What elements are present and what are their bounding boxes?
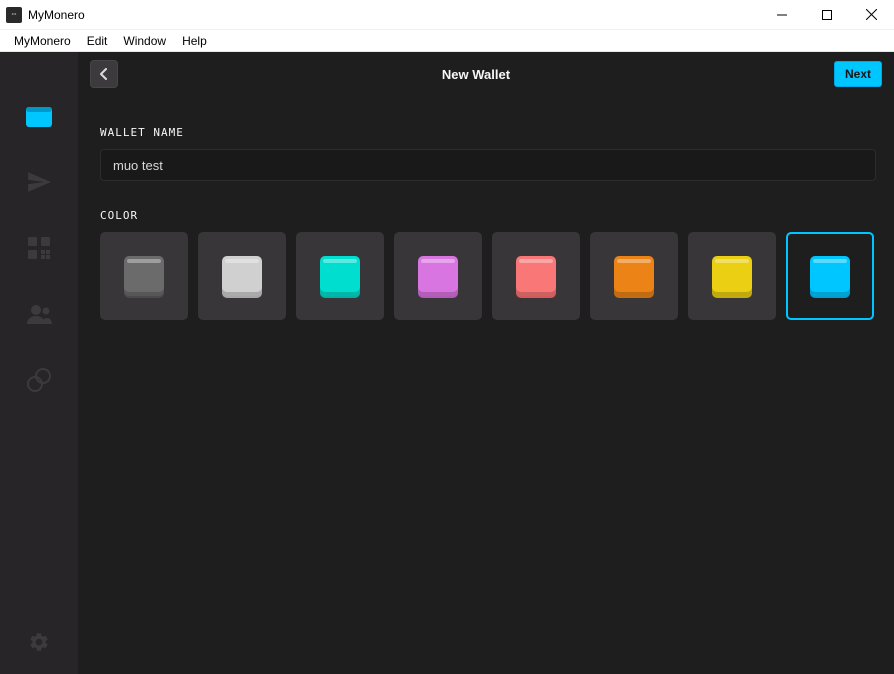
color-swatch-yellow[interactable] xyxy=(688,232,776,320)
color-chip-teal xyxy=(320,256,360,296)
color-swatch-teal[interactable] xyxy=(296,232,384,320)
sidebar-send-icon[interactable] xyxy=(25,168,53,196)
color-swatch-magenta[interactable] xyxy=(394,232,482,320)
color-chip-orange xyxy=(614,256,654,296)
sidebar xyxy=(0,52,78,674)
app-icon xyxy=(6,7,22,23)
menu-window[interactable]: Window xyxy=(115,32,174,50)
menu-edit[interactable]: Edit xyxy=(79,32,116,50)
color-swatch-light-gray[interactable] xyxy=(198,232,286,320)
main-panel: New Wallet Next WALLET NAME COLOR xyxy=(78,52,894,674)
topbar: New Wallet Next xyxy=(78,52,894,96)
sidebar-wallet-icon[interactable] xyxy=(25,102,53,130)
window-title: MyMonero xyxy=(28,8,85,22)
color-chip-dark-gray xyxy=(124,256,164,296)
window-maximize-button[interactable] xyxy=(804,0,849,30)
color-swatches xyxy=(100,232,876,320)
window-titlebar: MyMonero xyxy=(0,0,894,30)
page-title: New Wallet xyxy=(118,67,834,82)
color-swatch-dark-gray[interactable] xyxy=(100,232,188,320)
color-chip-coral xyxy=(516,256,556,296)
sidebar-settings-icon[interactable] xyxy=(25,628,53,656)
color-swatch-orange[interactable] xyxy=(590,232,678,320)
menu-help[interactable]: Help xyxy=(174,32,215,50)
sidebar-qr-icon[interactable] xyxy=(25,234,53,262)
wallet-name-label: WALLET NAME xyxy=(100,126,876,139)
sidebar-contacts-icon[interactable] xyxy=(25,300,53,328)
color-label: COLOR xyxy=(100,209,876,222)
menu-mymonero[interactable]: MyMonero xyxy=(6,32,79,50)
color-chip-light-gray xyxy=(222,256,262,296)
window-close-button[interactable] xyxy=(849,0,894,30)
color-swatch-cyan[interactable] xyxy=(786,232,874,320)
next-button[interactable]: Next xyxy=(834,61,882,87)
wallet-name-input[interactable] xyxy=(100,149,876,181)
sidebar-exchange-icon[interactable] xyxy=(25,366,53,394)
color-chip-cyan xyxy=(810,256,850,296)
color-chip-yellow xyxy=(712,256,752,296)
back-button[interactable] xyxy=(90,60,118,88)
color-chip-magenta xyxy=(418,256,458,296)
color-swatch-coral[interactable] xyxy=(492,232,580,320)
window-minimize-button[interactable] xyxy=(759,0,804,30)
menu-bar: MyMonero Edit Window Help xyxy=(0,30,894,52)
